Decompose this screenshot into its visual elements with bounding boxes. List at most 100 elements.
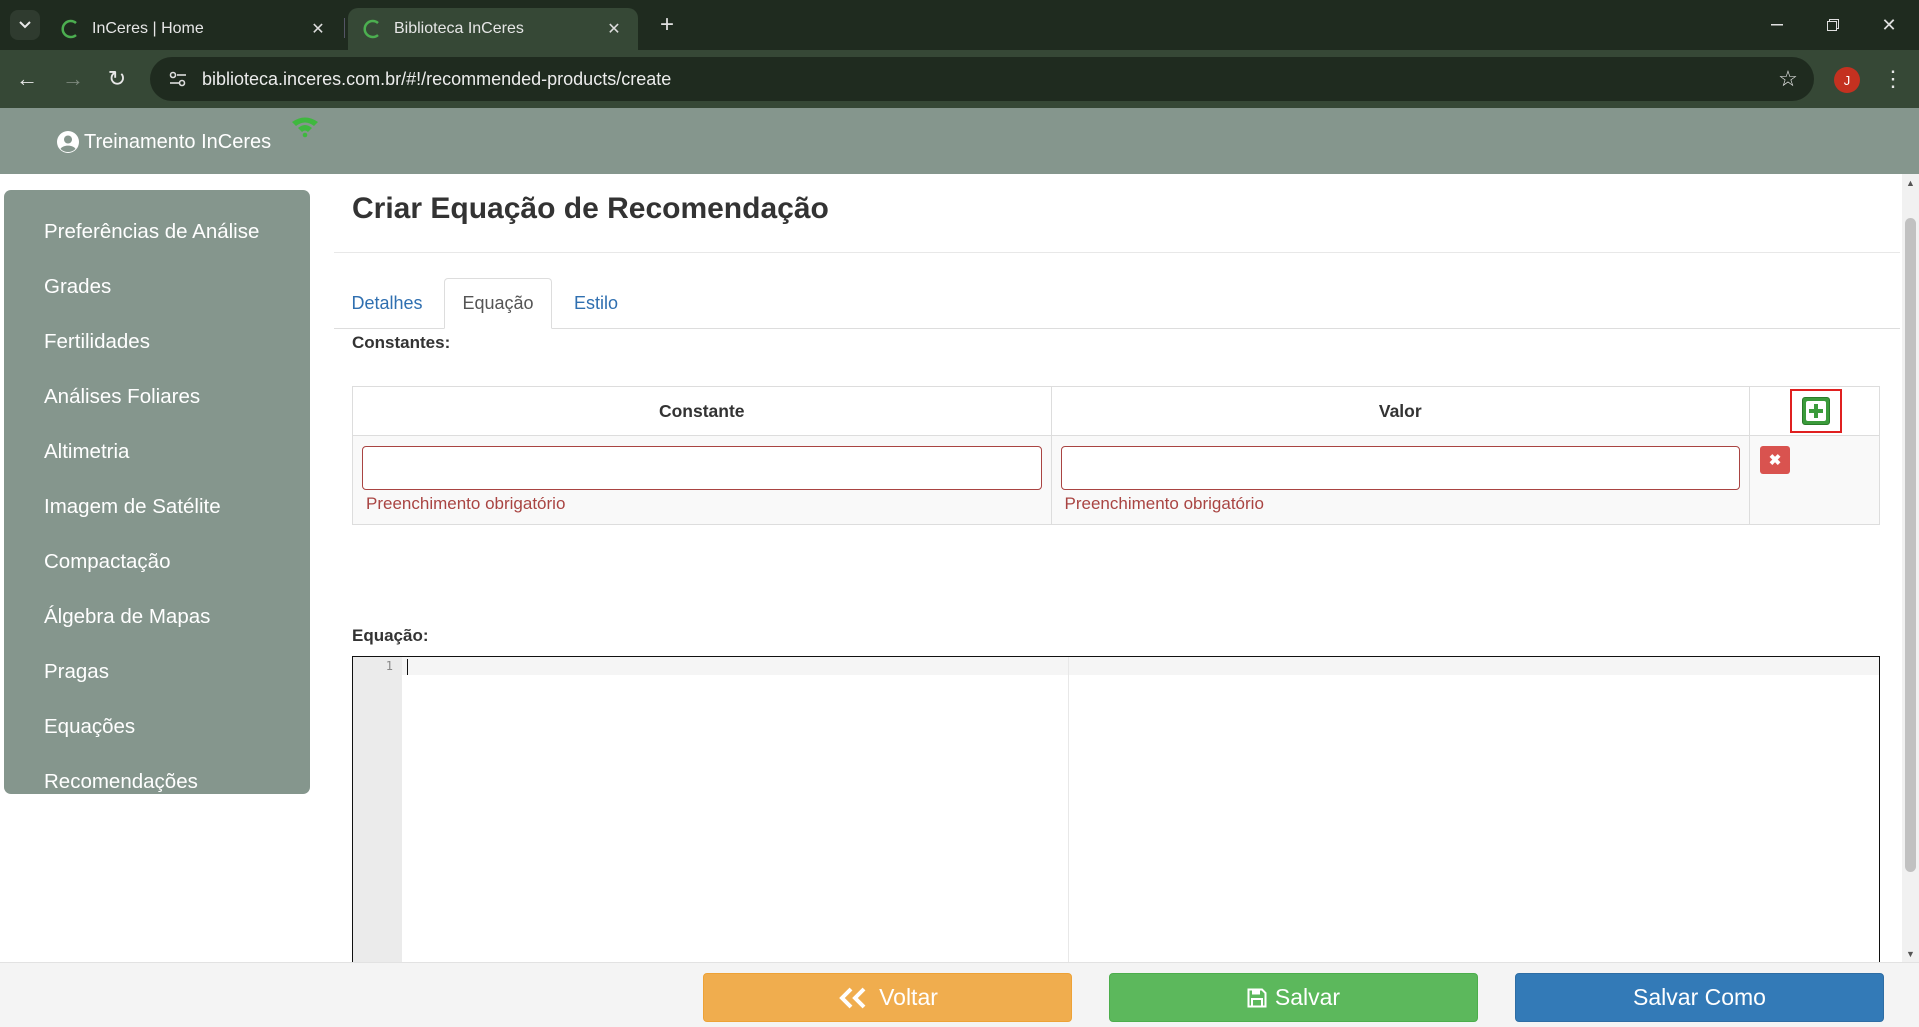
constants-label: Constantes: — [352, 333, 451, 352]
sidebar-item-label: Compactação — [44, 549, 171, 573]
close-icon[interactable]: ✕ — [308, 19, 328, 39]
line-number: 1 — [385, 659, 393, 673]
column-header-valor: Valor — [1050, 386, 1751, 436]
scroll-up-icon[interactable]: ▲ — [1902, 174, 1919, 191]
connection-status-icon — [292, 117, 318, 138]
plus-icon: + — [659, 11, 674, 38]
sidebar-item-analises-foliares[interactable]: Análises Foliares — [4, 369, 310, 424]
arrow-right-icon: → — [62, 66, 84, 91]
browser-menu-icon[interactable]: ⋮ — [1878, 62, 1908, 96]
sidebar-item-preferencias-analise[interactable]: Preferências de Análise — [4, 204, 310, 259]
double-chevron-left-icon — [837, 987, 871, 1009]
valor-error-message: Preenchimento obrigatório — [1064, 494, 1264, 513]
sidebar-item-label: Equações — [44, 714, 136, 738]
constante-input[interactable] — [362, 446, 1042, 490]
close-icon: ✖ — [1768, 452, 1782, 469]
sidebar-item-label: Pragas — [44, 659, 109, 683]
tab-label: Estilo — [573, 293, 618, 313]
sidebar-item-altimetria[interactable]: Altimetria — [4, 424, 310, 479]
user-circle-icon — [57, 131, 79, 153]
scroll-down-icon[interactable]: ▼ — [1902, 945, 1919, 962]
remove-constant-button[interactable]: ✖ — [1760, 446, 1791, 474]
site-settings-icon[interactable] — [164, 65, 192, 93]
close-window-button[interactable]: ✕ — [1866, 8, 1912, 42]
forward-button[interactable]: → — [56, 62, 90, 96]
reload-button[interactable]: ↻ — [100, 62, 134, 96]
user-menu[interactable]: Treinamento InCeres — [56, 130, 271, 154]
new-tab-button[interactable]: + — [652, 10, 682, 40]
inceres-logo-icon — [362, 18, 384, 40]
browser-tabstrip: InCeres | Home ✕ Biblioteca InCeres ✕ + … — [0, 0, 1919, 50]
sidebar-item-label: Recomendações — [44, 769, 198, 793]
arrow-left-icon: ← — [16, 66, 38, 91]
profile-avatar[interactable]: J — [1834, 67, 1860, 93]
sidebar-item-fertilidades[interactable]: Fertilidades — [4, 314, 310, 369]
save-button-label: Salvar — [1274, 984, 1341, 1010]
equation-editor[interactable]: 1 — [352, 656, 1880, 962]
constante-cell: Preenchimento obrigatório — [352, 435, 1052, 525]
back-button-voltar[interactable]: Voltar — [703, 973, 1072, 1022]
browser-tab-inceres-home[interactable]: InCeres | Home ✕ — [46, 8, 342, 50]
sidebar-item-pragas[interactable]: Pragas — [4, 644, 310, 699]
tab-estilo[interactable]: Estilo — [556, 278, 636, 329]
valor-cell: Preenchimento obrigatório — [1050, 435, 1751, 525]
tab-separator — [344, 18, 345, 38]
close-icon[interactable]: ✕ — [604, 19, 624, 39]
page-scrollbar[interactable]: ▲ ▼ — [1902, 174, 1919, 962]
sidebar-item-compactacao[interactable]: Compactação — [4, 534, 310, 589]
url-text: biblioteca.inceres.com.br/#!/recommended… — [202, 68, 672, 89]
browser-tab-title: Biblioteca InCeres — [394, 20, 524, 37]
back-button[interactable]: ← — [10, 62, 44, 96]
save-button[interactable]: Salvar — [1109, 973, 1478, 1022]
actions-cell: ✖ — [1749, 435, 1880, 525]
sidebar-item-label: Álgebra de Mapas — [44, 604, 211, 628]
scrollbar-thumb[interactable] — [1905, 218, 1916, 872]
restore-button[interactable] — [1810, 8, 1856, 42]
footer-bar: Voltar Salvar Salvar Como — [0, 962, 1919, 1027]
sidebar-item-imagem-satelite[interactable]: Imagem de Satélite — [4, 479, 310, 534]
table-row: Preenchimento obrigatório Preenchimento … — [352, 435, 1880, 525]
save-as-button-label: Salvar Como — [1633, 984, 1766, 1010]
browser-tab-title: InCeres | Home — [92, 20, 204, 37]
close-icon: ✕ — [1881, 14, 1897, 35]
plus-square-icon — [1806, 401, 1827, 421]
tab-label: Equação — [462, 293, 534, 313]
browser-tab-biblioteca[interactable]: Biblioteca InCeres ✕ — [348, 8, 638, 50]
print-margin — [1068, 657, 1069, 962]
sidebar-item-label: Preferências de Análise — [44, 219, 260, 243]
title-divider — [334, 252, 1900, 253]
browser-toolbar: ← → ↻ biblioteca.inceres.com.br/#!/recom… — [0, 50, 1919, 108]
sidebar-item-label: Altimetria — [44, 439, 130, 463]
sidebar-item-equacoes[interactable]: Equações — [4, 699, 310, 754]
text-cursor — [407, 659, 408, 675]
page-title: Criar Equação de Recomendação — [352, 192, 829, 225]
sidebar-item-algebra-mapas[interactable]: Álgebra de Mapas — [4, 589, 310, 644]
minimize-button[interactable] — [1754, 8, 1800, 42]
editor-gutter: 1 — [353, 657, 402, 962]
tab-equacao[interactable]: Equação — [444, 278, 552, 329]
constante-error-message: Preenchimento obrigatório — [366, 494, 566, 513]
tab-detalhes[interactable]: Detalhes — [336, 278, 438, 329]
equation-label: Equação: — [352, 626, 429, 645]
sidebar: Preferências de Análise Grades Fertilida… — [4, 190, 310, 794]
chevron-down-icon — [19, 21, 31, 29]
save-as-button[interactable]: Salvar Como — [1515, 973, 1884, 1022]
bookmark-star-icon[interactable]: ☆ — [1768, 66, 1808, 92]
inceres-logo-icon — [60, 18, 82, 40]
active-line-highlight — [353, 657, 1879, 675]
valor-input[interactable] — [1060, 446, 1741, 490]
minimize-icon — [1771, 24, 1783, 26]
sidebar-item-label: Fertilidades — [44, 329, 150, 353]
sidebar-item-label: Imagem de Satélite — [44, 494, 221, 518]
sidebar-item-label: Grades — [44, 274, 112, 298]
add-constant-button[interactable] — [1802, 397, 1831, 425]
sidebar-item-grades[interactable]: Grades — [4, 259, 310, 314]
column-header-actions — [1749, 386, 1880, 436]
user-name: Treinamento InCeres — [84, 130, 272, 153]
column-header-constante: Constante — [352, 386, 1052, 436]
address-bar[interactable]: biblioteca.inceres.com.br/#!/recommended… — [150, 57, 1814, 101]
table-header-row: Constante Valor — [352, 386, 1880, 436]
tab-search-button[interactable] — [10, 10, 40, 40]
sidebar-item-recomendacoes[interactable]: Recomendações — [4, 754, 310, 809]
app-header: Treinamento InCeres — [0, 108, 1919, 174]
